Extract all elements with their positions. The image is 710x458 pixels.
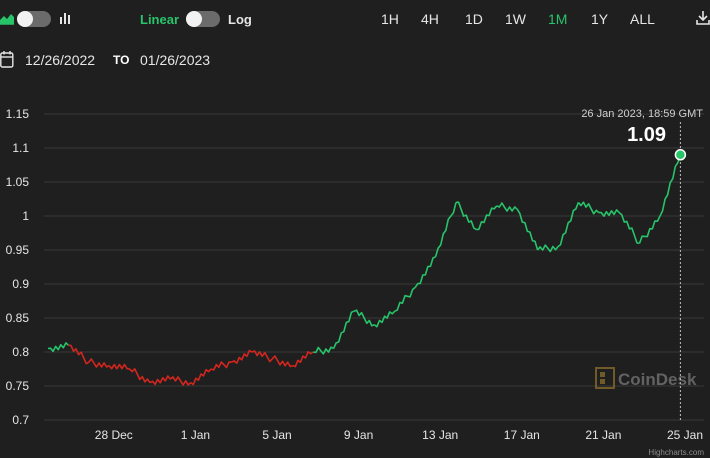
series-segment — [129, 367, 151, 384]
series-segment — [496, 202, 518, 212]
series-segment — [332, 310, 355, 349]
y-tick-label: 0.95 — [6, 243, 30, 257]
series-segment — [394, 286, 416, 312]
x-tick-label: 1 Jan — [181, 428, 210, 442]
y-tick-label: 0.9 — [12, 277, 29, 291]
y-tick-label: 0.7 — [12, 413, 29, 427]
watermark-text: CoinDesk — [618, 370, 697, 389]
price-chart[interactable]: 0.7 0.75 0.8 0.85 0.9 0.95 1 1.05 1.1 1.15 28 Dec… — [0, 0, 710, 458]
series-segment — [251, 350, 273, 363]
coindesk-logo-icon — [595, 367, 615, 389]
series-segment — [414, 256, 436, 288]
series-segment — [149, 375, 172, 386]
series-segment — [476, 205, 498, 231]
series-segment — [108, 363, 130, 370]
y-axis-labels: 0.7 0.75 0.8 0.85 0.9 0.95 1 1.05 1.1 1.15 — [6, 107, 30, 427]
hover-point-marker[interactable] — [674, 149, 687, 161]
series-segment — [638, 215, 661, 244]
y-tick-label: 0.85 — [6, 311, 30, 325]
series-segment — [210, 361, 232, 371]
series-segment — [577, 201, 600, 215]
series-segment — [313, 346, 334, 355]
x-tick-label: 9 Jan — [344, 428, 373, 442]
x-tick-label: 28 Dec — [95, 428, 133, 442]
series-segment — [557, 202, 580, 248]
tooltip-value: 1.09 — [627, 124, 666, 146]
y-tick-label: 0.75 — [6, 379, 30, 393]
x-tick-label: 21 Jan — [585, 428, 621, 442]
credits-text[interactable]: Highcharts.com — [648, 448, 704, 457]
series-segment — [536, 244, 559, 253]
series-segment — [47, 342, 69, 353]
price-series — [47, 154, 682, 386]
x-tick-label: 17 Jan — [504, 428, 540, 442]
series-segment — [88, 358, 110, 368]
series-segment — [434, 202, 457, 258]
y-tick-label: 1.15 — [6, 107, 30, 121]
x-tick-label: 13 Jan — [422, 428, 458, 442]
tooltip-date: 26 Jan 2023, 18:59 GMT — [581, 108, 703, 120]
series-segment — [292, 350, 314, 368]
series-segment — [373, 310, 396, 328]
x-axis-labels: 28 Dec 1 Jan 5 Jan 9 Jan 13 Jan 17 Jan 21 Jan 2… — [95, 428, 703, 442]
y-tick-label: 0.8 — [12, 345, 29, 359]
y-tick-label: 1.05 — [6, 175, 30, 189]
x-tick-label: 25 Jan — [667, 428, 703, 442]
y-tick-label: 1.1 — [12, 141, 29, 155]
x-tick-label: 5 Jan — [262, 428, 291, 442]
series-segment — [516, 208, 539, 251]
series-segment — [598, 209, 620, 217]
series-segment — [169, 376, 192, 386]
series-segment — [68, 344, 90, 365]
y-tick-label: 1 — [22, 209, 29, 223]
series-segment — [618, 211, 640, 244]
series-segment — [271, 355, 294, 368]
series-segment — [659, 154, 682, 217]
series-segment — [190, 368, 212, 386]
